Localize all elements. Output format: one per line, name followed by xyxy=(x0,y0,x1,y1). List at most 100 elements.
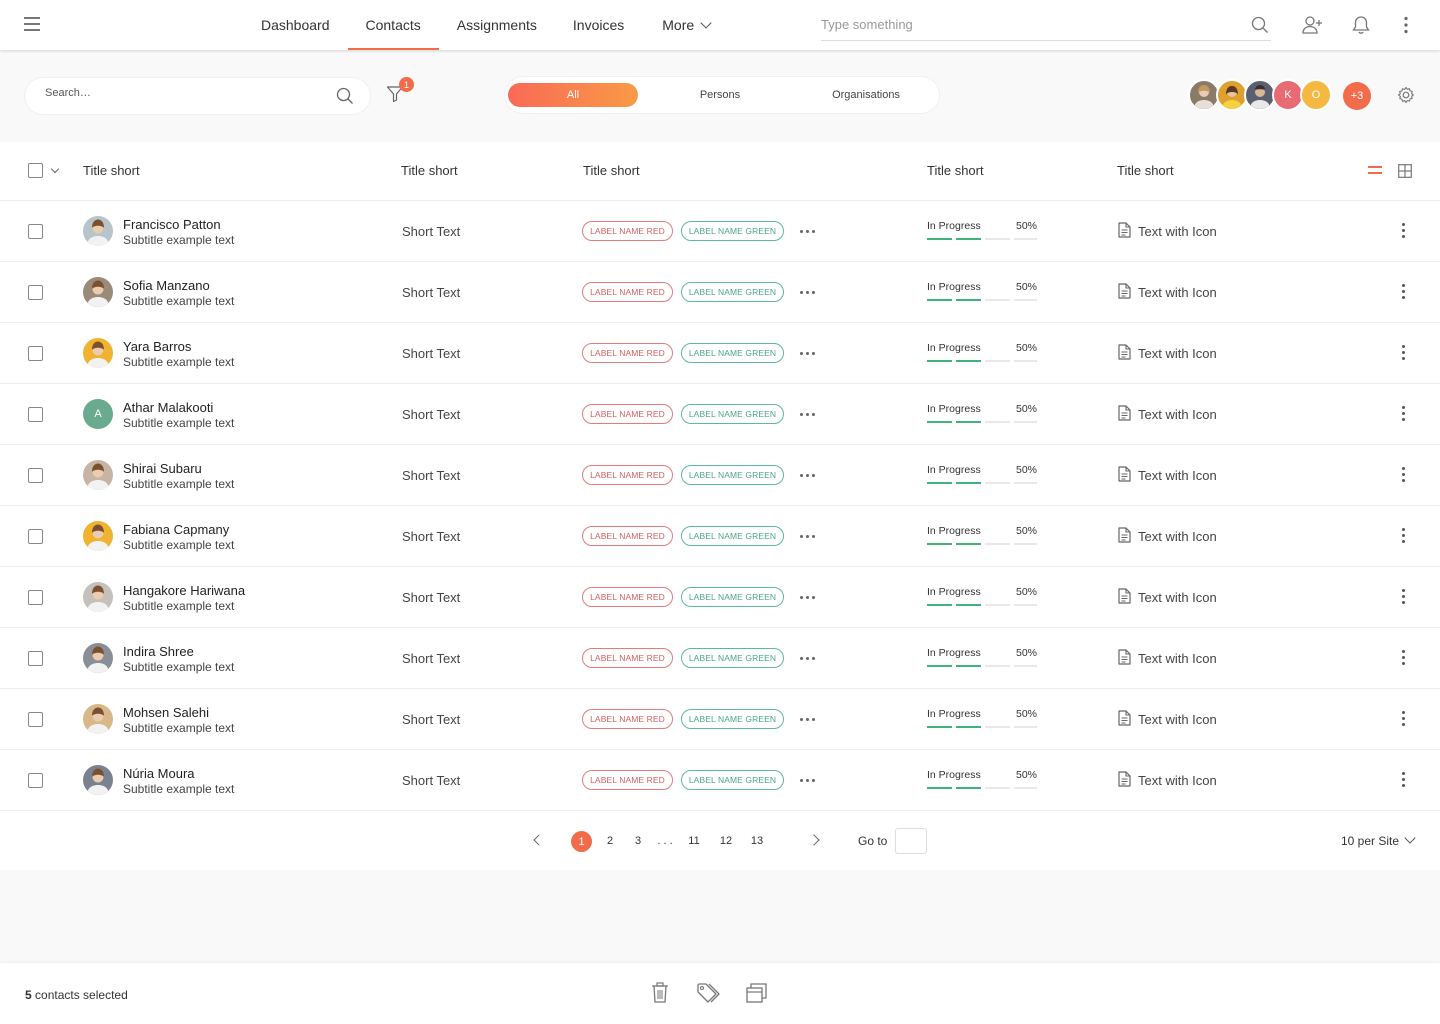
label-tag-green[interactable]: LABEL NAME GREEN xyxy=(681,709,784,729)
more-horizontal-icon[interactable] xyxy=(800,413,816,417)
table-row[interactable]: Fabiana Capmany Subtitle example text Shor… xyxy=(0,506,1440,567)
more-vertical-icon[interactable] xyxy=(1402,467,1406,483)
nav-item-more[interactable]: More xyxy=(642,0,728,50)
row-checkbox[interactable] xyxy=(28,224,43,239)
label-tag-red[interactable]: LABEL NAME RED xyxy=(582,648,673,668)
more-vertical-icon[interactable] xyxy=(1402,772,1406,788)
more-vertical-icon[interactable] xyxy=(1402,528,1406,544)
contact-name[interactable]: Mohsen Salehi xyxy=(123,705,209,720)
table-row[interactable]: Hangakore Hariwana Subtitle example text S… xyxy=(0,567,1440,628)
segment-all[interactable]: All xyxy=(508,83,638,107)
more-vertical-icon[interactable] xyxy=(1402,284,1406,300)
per-site-select[interactable]: 10 per Site xyxy=(1341,834,1399,848)
copy-icon[interactable] xyxy=(746,982,768,1004)
label-tag-green[interactable]: LABEL NAME GREEN xyxy=(681,404,784,424)
avatar[interactable] xyxy=(83,704,113,734)
more-horizontal-icon[interactable] xyxy=(800,352,816,356)
table-row[interactable]: Shirai Subaru Subtitle example text Short … xyxy=(0,445,1440,506)
nav-item-dashboard[interactable]: Dashboard xyxy=(243,0,348,50)
list-view-icon[interactable] xyxy=(1368,166,1382,175)
label-tag-green[interactable]: LABEL NAME GREEN xyxy=(681,526,784,546)
more-horizontal-icon[interactable] xyxy=(800,474,816,478)
avatar[interactable] xyxy=(83,460,113,490)
more-vertical-icon[interactable] xyxy=(1402,223,1406,239)
nav-item-contacts[interactable]: Contacts xyxy=(347,0,440,50)
row-checkbox[interactable] xyxy=(28,712,43,727)
label-tag-green[interactable]: LABEL NAME GREEN xyxy=(681,465,784,485)
more-vertical-icon[interactable] xyxy=(1402,711,1406,727)
label-tag-red[interactable]: LABEL NAME RED xyxy=(582,770,673,790)
contact-name[interactable]: Francisco Patton xyxy=(123,217,221,232)
row-checkbox[interactable] xyxy=(28,407,43,422)
search-icon[interactable] xyxy=(1251,16,1269,34)
table-row[interactable]: Mohsen Salehi Subtitle example text Short … xyxy=(0,689,1440,750)
table-row[interactable]: Indira Shree Subtitle example text Short T… xyxy=(0,628,1440,689)
label-tag-red[interactable]: LABEL NAME RED xyxy=(582,587,673,607)
label-tag-red[interactable]: LABEL NAME RED xyxy=(582,221,673,241)
more-avatars-badge[interactable]: +3 xyxy=(1343,82,1371,110)
contact-name[interactable]: Yara Barros xyxy=(123,339,191,354)
page-link[interactable]: 11 xyxy=(683,831,705,851)
label-tag-red[interactable]: LABEL NAME RED xyxy=(582,526,673,546)
label-tag-red[interactable]: LABEL NAME RED xyxy=(582,282,673,302)
nav-item-invoices[interactable]: Invoices xyxy=(555,0,642,50)
page-link[interactable]: 2 xyxy=(599,831,621,851)
page-link[interactable]: 12 xyxy=(715,831,737,851)
row-checkbox[interactable] xyxy=(28,529,43,544)
page-link[interactable]: 3 xyxy=(627,831,649,851)
label-tag-red[interactable]: LABEL NAME RED xyxy=(582,465,673,485)
avatar[interactable] xyxy=(83,216,113,246)
nav-item-assignments[interactable]: Assignments xyxy=(439,0,555,50)
column-header[interactable]: Title short xyxy=(583,163,640,178)
chevron-left-icon[interactable] xyxy=(533,834,545,846)
tags-icon[interactable] xyxy=(696,982,722,1004)
more-horizontal-icon[interactable] xyxy=(800,596,816,600)
gear-icon[interactable] xyxy=(1397,86,1415,104)
avatar[interactable] xyxy=(83,338,113,368)
label-tag-red[interactable]: LABEL NAME RED xyxy=(582,343,673,363)
contact-name[interactable]: Núria Moura xyxy=(123,766,195,781)
chevron-down-icon[interactable] xyxy=(1404,832,1416,844)
row-checkbox[interactable] xyxy=(28,285,43,300)
contact-name[interactable]: Athar Malakooti xyxy=(123,400,213,415)
segment-organisations[interactable]: Organisations xyxy=(801,83,931,107)
more-vertical-icon[interactable] xyxy=(1402,589,1406,605)
label-tag-green[interactable]: LABEL NAME GREEN xyxy=(681,648,784,668)
label-tag-red[interactable]: LABEL NAME RED xyxy=(582,709,673,729)
more-vertical-icon[interactable] xyxy=(1403,16,1409,34)
row-checkbox[interactable] xyxy=(28,773,43,788)
contact-name[interactable]: Fabiana Capmany xyxy=(123,522,229,537)
avatar[interactable] xyxy=(83,277,113,307)
page-link[interactable]: 1 xyxy=(571,831,592,852)
column-header[interactable]: Title short xyxy=(1117,163,1174,178)
goto-page-input[interactable] xyxy=(895,828,927,854)
table-row[interactable]: A Athar Malakooti Subtitle example text Sho… xyxy=(0,384,1440,445)
row-checkbox[interactable] xyxy=(28,651,43,666)
avatar[interactable]: O xyxy=(1300,79,1332,111)
table-row[interactable]: Francisco Patton Subtitle example text Sho… xyxy=(0,201,1440,262)
column-header[interactable]: Title short xyxy=(927,163,984,178)
label-tag-green[interactable]: LABEL NAME GREEN xyxy=(681,343,784,363)
row-checkbox[interactable] xyxy=(28,468,43,483)
avatar[interactable] xyxy=(83,582,113,612)
add-user-icon[interactable] xyxy=(1302,15,1324,35)
segment-persons[interactable]: Persons xyxy=(655,83,785,107)
column-header[interactable]: Title short xyxy=(401,163,458,178)
chevron-down-icon[interactable] xyxy=(50,164,60,174)
avatar[interactable] xyxy=(83,521,113,551)
grid-view-icon[interactable] xyxy=(1398,164,1412,178)
label-tag-green[interactable]: LABEL NAME GREEN xyxy=(681,221,784,241)
label-tag-green[interactable]: LABEL NAME GREEN xyxy=(681,770,784,790)
more-horizontal-icon[interactable] xyxy=(800,291,816,295)
select-all-checkbox[interactable] xyxy=(28,163,43,178)
more-horizontal-icon[interactable] xyxy=(800,779,816,783)
contacts-search-input[interactable] xyxy=(45,87,325,99)
more-vertical-icon[interactable] xyxy=(1402,650,1406,666)
table-row[interactable]: Yara Barros Subtitle example text Short Te… xyxy=(0,323,1440,384)
avatar[interactable] xyxy=(83,643,113,673)
label-tag-green[interactable]: LABEL NAME GREEN xyxy=(681,282,784,302)
more-vertical-icon[interactable] xyxy=(1402,406,1406,422)
contact-name[interactable]: Indira Shree xyxy=(123,644,194,659)
trash-icon[interactable] xyxy=(651,982,669,1004)
avatar[interactable] xyxy=(83,765,113,795)
